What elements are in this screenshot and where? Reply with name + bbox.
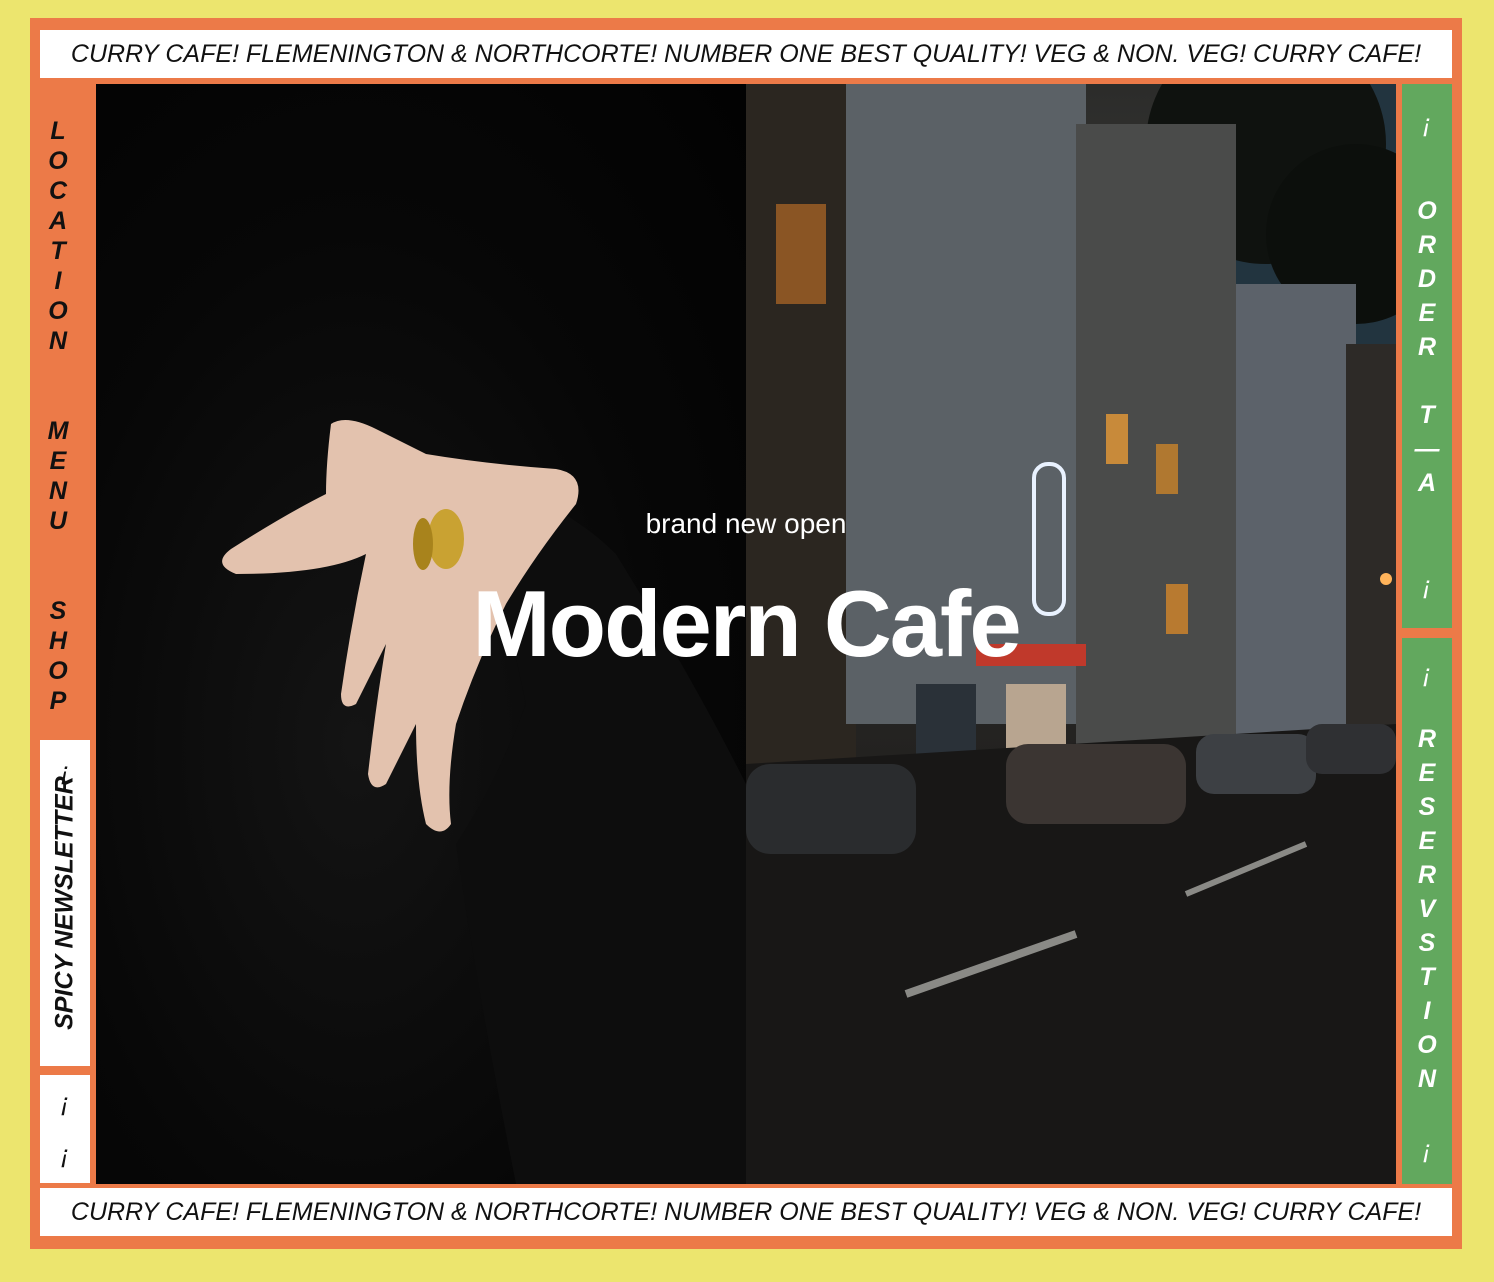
vertical-letter: O	[48, 657, 68, 685]
vertical-letter: S	[1418, 793, 1436, 821]
info-icon: ¡	[1422, 570, 1432, 600]
vertical-letter: P	[49, 687, 67, 715]
page-frame: CURRY CAFE! FLEMENINGTON & NORTHCORTE! N…	[30, 18, 1462, 1249]
vertical-letter: A	[48, 207, 68, 235]
vertical-letter: U	[48, 507, 68, 535]
vertical-letter: V	[1418, 895, 1436, 923]
vertical-letter: O	[48, 297, 68, 325]
vertical-letter: E	[1418, 299, 1436, 327]
info-icon: ¡	[60, 1139, 70, 1169]
vertical-letter: E	[1418, 827, 1436, 855]
vertical-letter: R	[1417, 861, 1437, 889]
info-icon: ¡	[1422, 1134, 1432, 1164]
vertical-letter: A	[1417, 469, 1437, 497]
vertical-letter: I	[54, 267, 62, 295]
vertical-letter: S	[49, 597, 67, 625]
info-icon: ¡	[1422, 658, 1432, 688]
newsletter-label: SPICY NEWSLETTER	[50, 776, 79, 1030]
nav-menu-link[interactable]: MENU	[48, 416, 69, 536]
info-icon: ¡	[1422, 108, 1432, 138]
vertical-letter: E	[1418, 759, 1436, 787]
vertical-letter: O	[1417, 197, 1437, 225]
newsletter-button[interactable]: ¡ SPICY NEWSLETTER	[40, 740, 90, 1066]
nav-location-link[interactable]: LOCATION	[48, 116, 67, 356]
reservation-label: RESERVSTION	[1417, 722, 1436, 1096]
hero-subtitle: brand new open	[645, 508, 847, 539]
order-takeaway-label: ORDER T — A	[1415, 194, 1440, 500]
hero-section: brand new open Modern Cafe	[96, 84, 1396, 1184]
vertical-letter: L	[50, 117, 66, 145]
top-marquee-banner: CURRY CAFE! FLEMENINGTON & NORTHCORTE! N…	[40, 30, 1452, 78]
vertical-letter: N	[1417, 1065, 1437, 1093]
vertical-letter: D	[1417, 265, 1437, 293]
order-takeaway-button[interactable]: ¡ ORDER T — A ¡	[1402, 84, 1452, 628]
vertical-letter: O	[48, 147, 68, 175]
vertical-letter: R	[1417, 725, 1437, 753]
vertical-letter: T	[1419, 963, 1435, 991]
vertical-letter: T	[1419, 401, 1435, 429]
vertical-letter: N	[48, 327, 68, 355]
nav-shop-link[interactable]: SHOP	[48, 596, 67, 716]
vertical-letter: O	[1417, 1031, 1437, 1059]
vertical-letter: R	[1417, 231, 1437, 259]
vertical-letter: E	[49, 447, 67, 475]
vertical-letter	[1424, 364, 1431, 398]
vertical-letter: S	[1418, 929, 1436, 957]
hero-title: Modern Cafe	[472, 571, 1021, 676]
vertical-letter: N	[48, 477, 68, 505]
reservation-button[interactable]: ¡ RESERVSTION ¡	[1402, 638, 1452, 1184]
vertical-letter: R	[1417, 333, 1437, 361]
vertical-letter: I	[1423, 997, 1431, 1025]
vertical-letter: C	[48, 177, 68, 205]
vertical-letter: T	[50, 237, 66, 265]
info-icon: ¡	[60, 1087, 70, 1117]
info-button[interactable]: ¡ ¡	[40, 1075, 90, 1183]
bottom-marquee-banner: CURRY CAFE! FLEMENINGTON & NORTHCORTE! N…	[40, 1188, 1452, 1236]
vertical-letter: M	[47, 417, 69, 445]
vertical-letter: —	[1414, 435, 1440, 463]
vertical-letter: H	[48, 627, 68, 655]
